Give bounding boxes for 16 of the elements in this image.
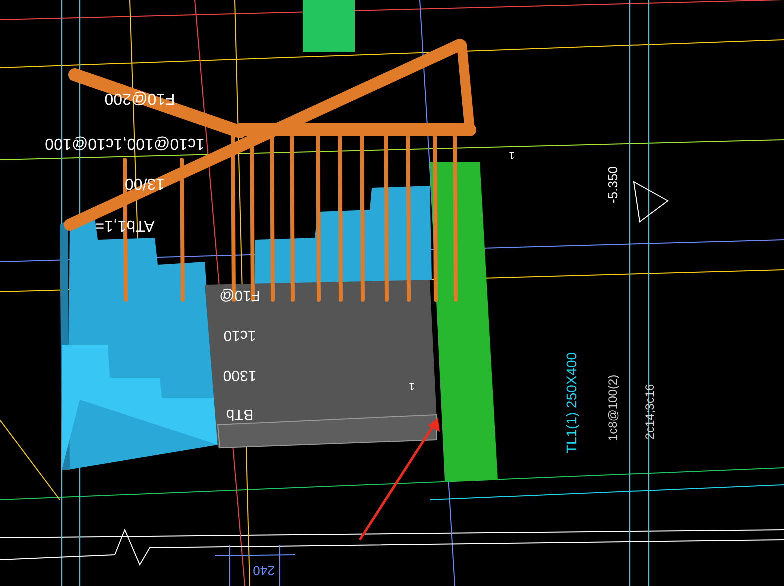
annotation-text: BTb <box>226 406 254 424</box>
annotation-text: 240 <box>253 564 275 579</box>
annotation-text: 1c10@100,1c10@100 <box>45 134 205 152</box>
annotation-text: 13/00 <box>124 174 166 192</box>
annotation-text: F10@200 <box>104 90 176 107</box>
elevation-marker-icon <box>633 181 669 223</box>
annotation-text: ATb1,1= <box>95 216 155 234</box>
annotation-text: -5.350 <box>605 166 620 204</box>
annotation-text: 1c8@100(2) <box>606 374 620 442</box>
annotation-text: 1 <box>509 149 515 160</box>
annotation-text: TL1(1) 250X400 <box>564 352 580 454</box>
annotation-text: 1c10 <box>224 327 256 344</box>
annotation-text: 2c14;3c16 <box>643 384 658 440</box>
annotation-text: F10@ <box>219 287 261 304</box>
annotation-text: 1 <box>409 380 415 392</box>
annotation-text: 1300 <box>223 367 257 384</box>
